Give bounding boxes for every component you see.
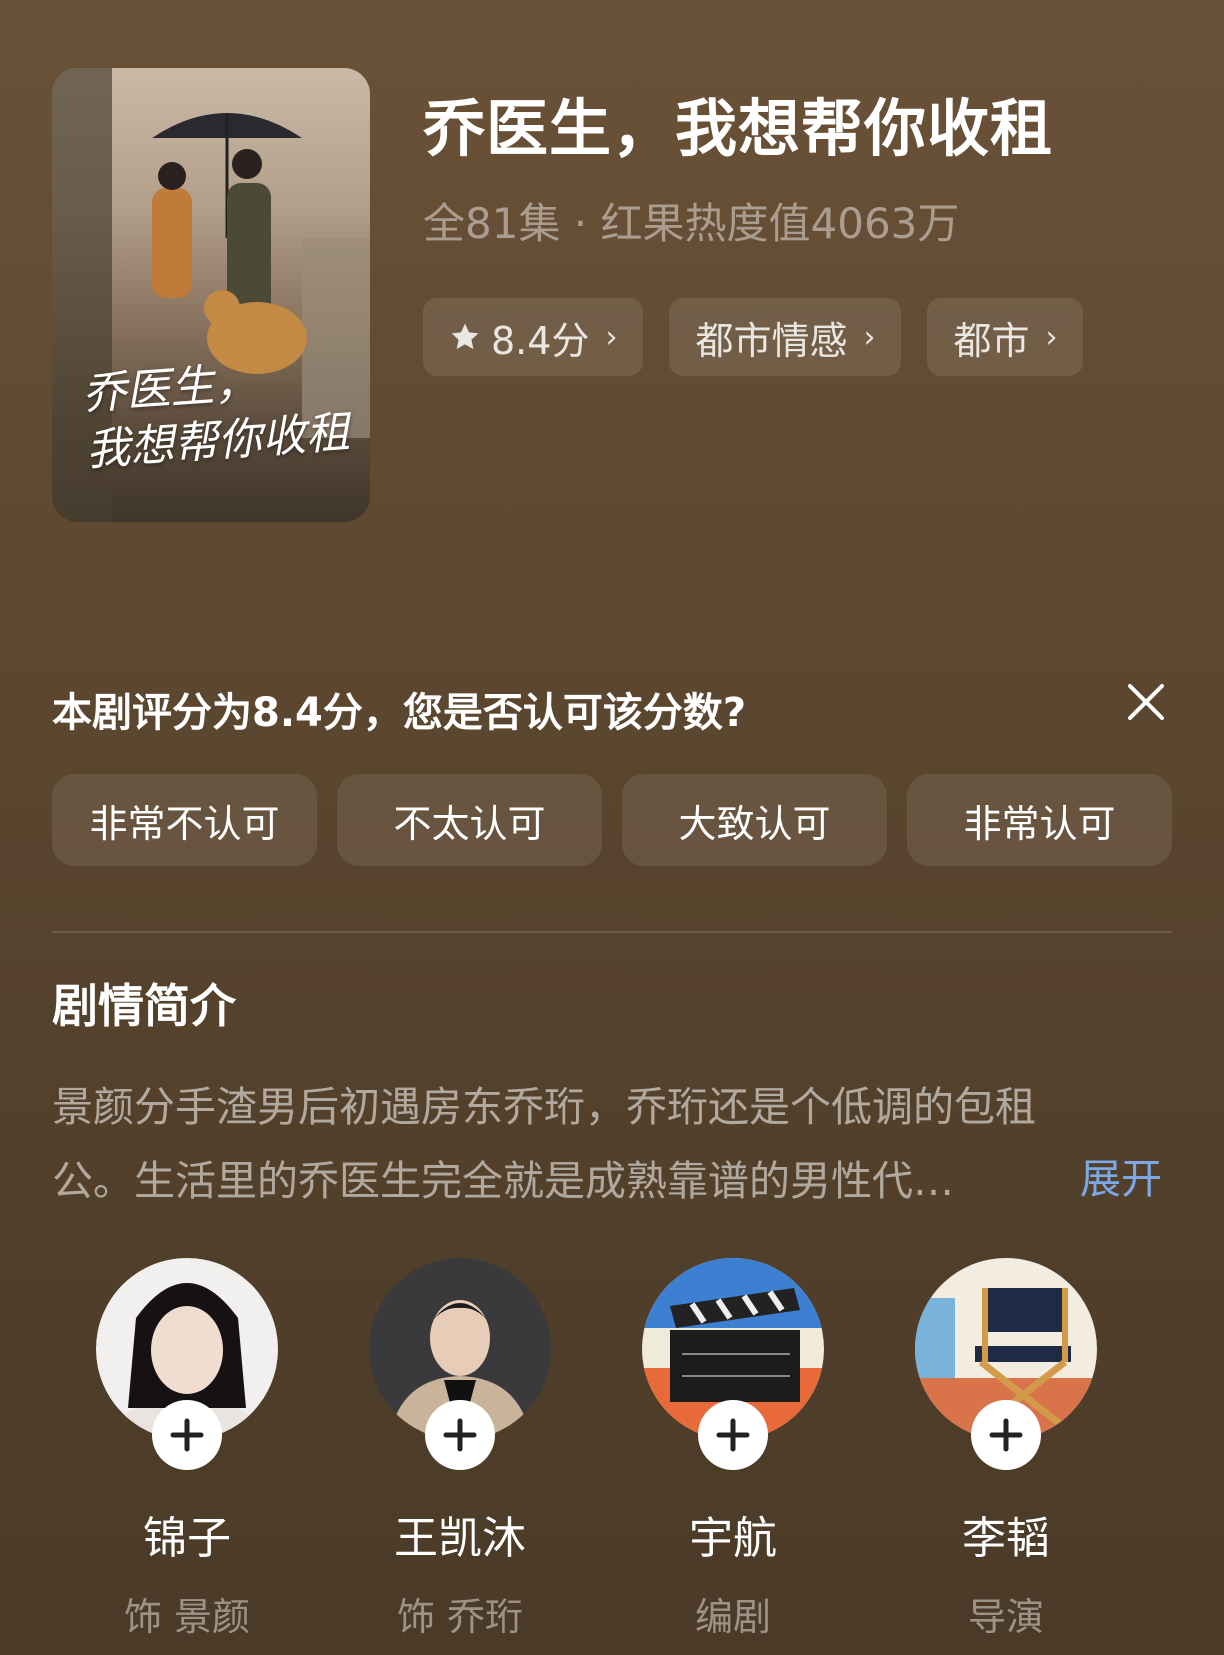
- tag-chips: 8.4分 › 都市情感 › 都市 ›: [423, 298, 1084, 376]
- follow-plus-icon[interactable]: [152, 1400, 222, 1470]
- cast-member[interactable]: 锦子 饰 景颜: [96, 1258, 278, 1641]
- genre-chip-label: 都市: [953, 318, 1030, 363]
- synopsis-line-1: 景颜分手渣男后初遇房东乔珩，乔珩还是个低调的包租: [52, 1083, 1036, 1131]
- synopsis-line-2: 公。生活里的乔医生完全就是成熟靠谱的男性代…: [52, 1157, 954, 1205]
- rating-chip[interactable]: 8.4分 ›: [423, 298, 644, 376]
- follow-plus-icon[interactable]: [971, 1400, 1041, 1470]
- rating-options: 非常不认可 不太认可 大致认可 非常认可: [52, 774, 1172, 866]
- show-title: 乔医生，我想帮你收租: [423, 92, 1054, 165]
- chevron-right-icon: ›: [605, 319, 618, 355]
- option-mostly-agree[interactable]: 大致认可: [622, 774, 887, 866]
- genre-chip-urban-romance[interactable]: 都市情感 ›: [669, 298, 902, 376]
- close-icon[interactable]: [1126, 682, 1166, 722]
- cast-name: 宇航: [689, 1513, 777, 1564]
- rating-chip-label: 8.4分: [491, 318, 590, 363]
- star-icon: [451, 323, 479, 350]
- poster-title: 乔医生， 我想帮你收租: [80, 357, 352, 477]
- chevron-right-icon: ›: [1045, 319, 1058, 355]
- option-strongly-agree[interactable]: 非常认可: [907, 774, 1172, 866]
- cast-name: 王凯沐: [394, 1513, 526, 1564]
- genre-chip-label: 都市情感: [695, 318, 848, 363]
- genre-chip-urban[interactable]: 都市 ›: [927, 298, 1084, 376]
- rating-question: 本剧评分为8.4分，您是否认可该分数?: [52, 690, 747, 736]
- option-strongly-disagree[interactable]: 非常不认可: [52, 774, 317, 866]
- cast-member[interactable]: 王凯沐 饰 乔珩: [369, 1258, 551, 1641]
- expand-link[interactable]: 展开: [1080, 1145, 1162, 1205]
- show-subtitle: 全81集 · 红果热度值4063万: [423, 199, 960, 248]
- cast-name: 锦子: [143, 1513, 231, 1564]
- divider: [52, 931, 1172, 933]
- cast-role: 导演: [967, 1595, 1044, 1639]
- poster-image[interactable]: 乔医生， 我想帮你收租: [52, 68, 370, 522]
- cast-role: 编剧: [694, 1595, 771, 1639]
- synopsis-heading: 剧情简介: [52, 979, 236, 1033]
- chevron-right-icon: ›: [863, 319, 876, 355]
- cast-role: 饰 乔珩: [396, 1595, 524, 1639]
- cast-name: 李韬: [962, 1513, 1050, 1564]
- cast-role: 饰 景颜: [123, 1595, 251, 1639]
- option-somewhat-disagree[interactable]: 不太认可: [337, 774, 602, 866]
- cast-member[interactable]: 李韬 导演: [915, 1258, 1097, 1641]
- follow-plus-icon[interactable]: [425, 1400, 495, 1470]
- follow-plus-icon[interactable]: [698, 1400, 768, 1470]
- cast-member[interactable]: 宇航 编剧: [642, 1258, 824, 1641]
- synopsis-text: 景颜分手渣男后初遇房东乔珩，乔珩还是个低调的包租 公。生活里的乔医生完全就是成熟…: [52, 1070, 1172, 1218]
- cast-list: 锦子 饰 景颜 王凯沐 饰 乔珩 宇航 编剧 李韬 导演: [96, 1258, 1097, 1641]
